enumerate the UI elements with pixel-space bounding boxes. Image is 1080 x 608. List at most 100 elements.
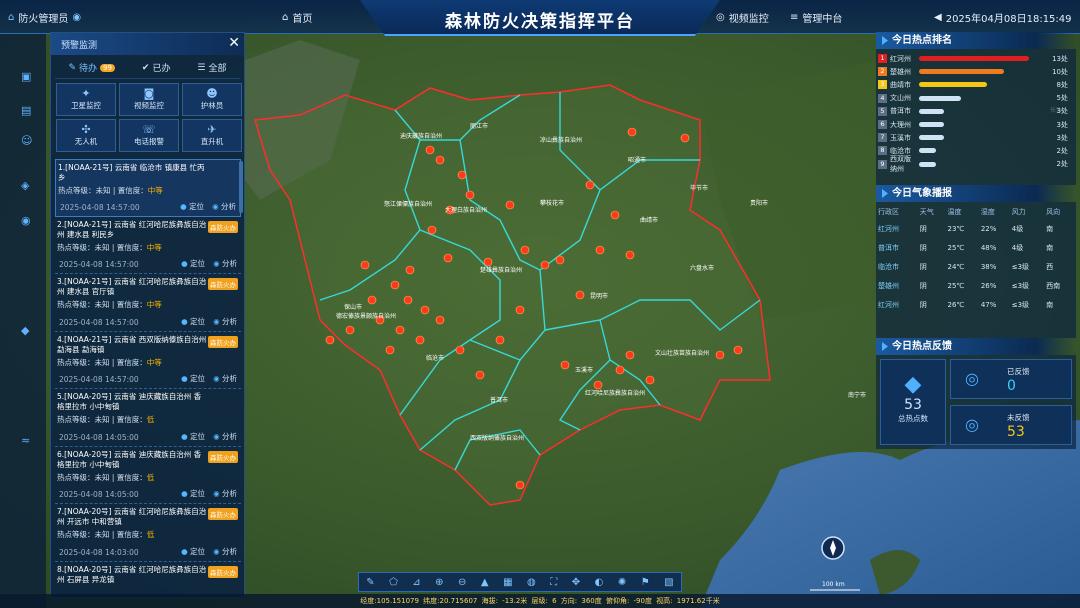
- analyze-button[interactable]: ◉ 分析: [213, 258, 237, 269]
- alert-tag: 森防火办: [208, 508, 238, 520]
- analyze-button[interactable]: ◉ 分析: [213, 488, 237, 499]
- source-ranger[interactable]: ☻ 护林员: [182, 83, 242, 116]
- locate-button[interactable]: ● 定位: [181, 316, 205, 327]
- alert-time: 2025-04-08 14:57:00: [59, 260, 139, 269]
- pin-icon: ●: [181, 489, 188, 498]
- alert-level: 中等: [146, 357, 162, 367]
- weather-cell: 38%: [980, 262, 997, 271]
- list-item[interactable]: 森防火办 4.[NOAA-21号] 云南省 西双版纳傣族自治州 勐海县 勐海镇 …: [55, 332, 241, 389]
- status-bar: 经度:105.151079 纬度:20.715607 海拔: -13.2米 层级…: [0, 594, 1080, 608]
- video-nav[interactable]: ◎ 视频监控: [716, 10, 769, 25]
- document-icon[interactable]: ▤: [21, 104, 35, 117]
- list-item[interactable]: 森防火办 2.[NOAA-21号] 云南省 红河哈尼族彝族自治州 建水县 利民乡…: [55, 217, 241, 274]
- analyze-button[interactable]: ◉ 分析: [212, 201, 236, 212]
- pen-icon[interactable]: ✎: [366, 577, 374, 588]
- list-item[interactable]: 森防火办 6.[NOAA-20号] 云南省 迪庆藏族自治州 香格里拉市 小中甸镇…: [55, 447, 241, 504]
- analyze-button[interactable]: ◉ 分析: [213, 373, 237, 384]
- alert-list: 1.[NOAA-21号] 云南省 临沧市 镇康县 忙丙乡 热点等级：未知 | 置…: [55, 159, 241, 592]
- source-video[interactable]: ◙ 视频监控: [119, 83, 179, 116]
- done-box: ◎ 已反馈 0: [950, 359, 1072, 399]
- panel-title: 预警监测: [61, 40, 98, 51]
- monitor-icon[interactable]: ▣: [21, 70, 35, 83]
- feedback-header: 今日热点反馈: [876, 338, 1076, 355]
- settings-icon[interactable]: ✺: [618, 577, 626, 588]
- list-item[interactable]: 森防火办 8.[NOAA-20号] 云南省 红河哈尼族彝族自治州 石屏县 异龙镇: [55, 562, 241, 592]
- weather-cell: 24℃: [947, 262, 965, 271]
- weather-cell: 红河州: [878, 300, 899, 309]
- pending-value: 53: [1007, 424, 1025, 440]
- svg-text:西双版纳傣族自治州: 西双版纳傣族自治州: [470, 434, 524, 442]
- satellite-icon: ✦: [81, 87, 91, 100]
- scrollbar[interactable]: [239, 161, 243, 213]
- home-nav[interactable]: ⌂ 首页: [282, 10, 312, 25]
- eye-icon[interactable]: ◉: [21, 214, 35, 227]
- admin-nav[interactable]: ≡ 管理中台: [790, 10, 842, 25]
- analyze-icon: ◉: [213, 374, 220, 383]
- alert-info: 热点等级：未知 | 置信度：: [57, 530, 147, 539]
- rank-number: 1: [878, 54, 887, 64]
- list-item[interactable]: 1.[NOAA-21号] 云南省 临沧市 镇康县 忙丙乡 热点等级：未知 | 置…: [55, 159, 241, 217]
- tab-all-label: 全部: [208, 64, 227, 74]
- list-item[interactable]: 5.[NOAA-20号] 云南省 迪庆藏族自治州 香格里拉市 小中甸镇 热点等级…: [55, 389, 241, 447]
- svg-text:毕节市: 毕节市: [690, 184, 708, 192]
- rank-bar: [919, 95, 961, 101]
- source-phone[interactable]: ☏ 电话报警: [119, 119, 179, 152]
- close-icon[interactable]: ✕: [228, 35, 240, 51]
- list-item[interactable]: 森防火办 3.[NOAA-21号] 云南省 红河哈尼族彝族自治州 建水县 官厅镇…: [55, 274, 241, 332]
- alert-info: 热点等级：未知 | 置信度：: [57, 357, 147, 367]
- weather-cell: 阴: [919, 262, 927, 271]
- analyze-button[interactable]: ◉ 分析: [213, 431, 237, 442]
- alert-level: 低: [146, 530, 155, 539]
- alert-tag: 森防火办: [208, 335, 238, 348]
- source-satellite[interactable]: ✦ 卫星监控: [56, 83, 116, 116]
- analyze-button[interactable]: ◉ 分析: [213, 316, 237, 327]
- globe-icon[interactable]: ◍: [527, 577, 536, 588]
- wave-icon[interactable]: ≈: [21, 434, 35, 447]
- tab-all[interactable]: ☰ 全部: [197, 61, 227, 75]
- locate-button[interactable]: ● 定位: [181, 431, 205, 442]
- table-row: 红河州 阴 26℃ 47% ≤3级 南: [878, 295, 1074, 314]
- zoom-in-icon[interactable]: ⊕: [435, 577, 443, 588]
- source-helicopter[interactable]: ✈ 直升机: [182, 119, 242, 152]
- panel-header: 预警监测: [51, 33, 244, 55]
- locate-button[interactable]: ● 定位: [180, 201, 204, 212]
- layers-icon[interactable]: ▧: [664, 577, 673, 588]
- svg-text:怒江傈僳族自治州: 怒江傈僳族自治州: [384, 200, 432, 208]
- source-label: 卫星监控: [71, 101, 101, 110]
- datetime: 2025年04月08日18:15:49: [945, 14, 1072, 25]
- table-row: 临沧市 阴 24℃ 38% ≤3级 西: [878, 257, 1074, 276]
- chart-icon[interactable]: ◈: [21, 179, 35, 192]
- measure-icon[interactable]: ⊿: [412, 577, 420, 588]
- user-icon[interactable]: ☺: [21, 134, 35, 147]
- earth-icon[interactable]: ◐: [595, 577, 604, 588]
- zoom-out-icon[interactable]: ⊖: [458, 577, 466, 588]
- locate-button[interactable]: ● 定位: [181, 546, 205, 557]
- weather-cell: 4级: [1011, 243, 1024, 252]
- ranking-header: 今日热点排名: [876, 32, 1076, 49]
- route-icon[interactable]: ✥: [572, 577, 580, 588]
- list-item[interactable]: 森防火办 7.[NOAA-20号] 云南省 红河哈尼族彝族自治州 开远市 中和营…: [55, 504, 241, 562]
- source-drone[interactable]: ✣ 无人机: [56, 119, 116, 152]
- admin-label: 管理中台: [802, 14, 843, 25]
- analyze-button[interactable]: ◉ 分析: [213, 546, 237, 557]
- rank-name: 红河州: [890, 54, 911, 63]
- locate-button[interactable]: ● 定位: [181, 258, 205, 269]
- user-menu[interactable]: ⌂ 防火管理员 ◉: [8, 10, 81, 25]
- video-label: 视频监控: [728, 14, 769, 25]
- alert-title: 8.[NOAA-20号] 云南省 红河哈尼族彝族自治州 石屏县 异龙镇: [57, 564, 207, 584]
- grid-icon[interactable]: ▦: [503, 577, 512, 588]
- polygon-icon[interactable]: ⬠: [389, 577, 398, 588]
- rank-bar: [919, 82, 988, 88]
- locate-button[interactable]: ● 定位: [181, 488, 205, 499]
- rank-name: 大理州: [890, 120, 911, 129]
- tab-todo[interactable]: ✎ 待办 99: [68, 61, 115, 74]
- tab-done[interactable]: ✔ 已办: [142, 61, 171, 75]
- fullscreen-icon[interactable]: ⛶: [550, 577, 557, 588]
- weather-cell: ≤3级: [1011, 300, 1030, 309]
- layers-icon[interactable]: ◆: [21, 324, 35, 337]
- marker-icon[interactable]: ⚑: [641, 577, 650, 588]
- alert-tag: 森防火办: [208, 450, 238, 463]
- north-icon[interactable]: ▲: [481, 577, 489, 588]
- source-label: 护林员: [200, 101, 224, 110]
- locate-button[interactable]: ● 定位: [181, 373, 205, 384]
